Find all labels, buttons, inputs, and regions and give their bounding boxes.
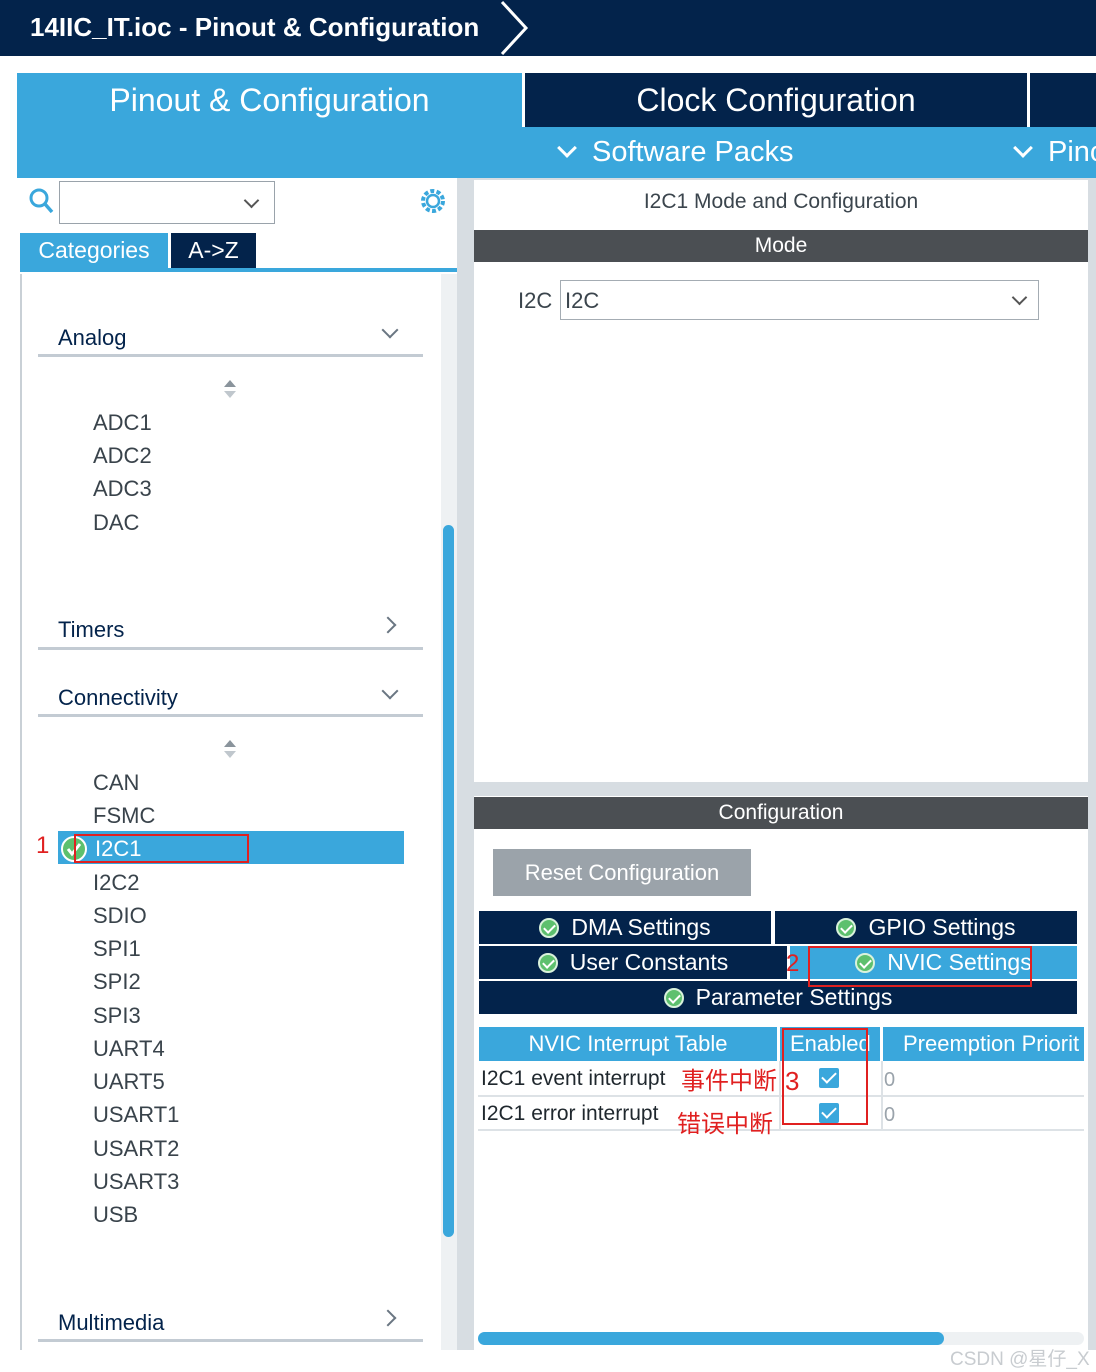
list-border — [20, 274, 22, 1350]
tab-label: GPIO Settings — [868, 914, 1016, 940]
list-item[interactable]: USART1 — [93, 1102, 179, 1128]
interrupt-name: I2C1 event interrupt — [481, 1067, 666, 1090]
tab-categories[interactable]: Categories — [20, 233, 168, 268]
gear-icon[interactable] — [417, 185, 449, 217]
check-circle-icon — [836, 918, 857, 938]
search-input[interactable] — [59, 181, 275, 224]
section-connectivity[interactable]: Connectivity — [58, 685, 178, 711]
section-multimedia[interactable]: Multimedia — [58, 1310, 164, 1336]
section-timers[interactable]: Timers — [58, 617, 124, 643]
check-circle-icon — [539, 918, 560, 938]
chevron-down-icon — [557, 138, 577, 158]
list-item[interactable]: SPI3 — [93, 1003, 141, 1029]
annotation-box-1 — [74, 834, 249, 863]
annotation-event-note: 事件中断 — [681, 1068, 777, 1095]
annotation-step-2: 2 — [786, 950, 800, 977]
interrupt-name: I2C1 error interrupt — [481, 1102, 659, 1125]
panel-border — [1088, 178, 1096, 1350]
annotation-box-2 — [808, 946, 1032, 987]
software-packs-label: Software Packs — [592, 136, 794, 168]
list-item[interactable]: CAN — [93, 770, 139, 796]
scrollbar-thumb[interactable] — [478, 1332, 944, 1345]
section-divider — [38, 354, 423, 357]
row-divider — [478, 1129, 1084, 1131]
mode-header: Mode — [474, 230, 1088, 262]
column-divider — [779, 1061, 781, 1131]
list-item[interactable]: SPI2 — [93, 969, 141, 995]
list-item[interactable]: USART3 — [93, 1169, 179, 1195]
panel-border — [474, 178, 1096, 180]
i2c-mode-value: I2C — [565, 288, 600, 313]
tab-label: Parameter Settings — [695, 984, 893, 1010]
list-item[interactable]: ADC3 — [93, 476, 152, 502]
annotation-error-note: 错误中断 — [677, 1111, 773, 1138]
tab-more[interactable] — [1030, 73, 1096, 127]
splitter[interactable] — [474, 782, 1088, 796]
list-item[interactable]: DAC — [93, 510, 139, 536]
pinout-menu[interactable]: Pinc — [1013, 127, 1096, 178]
tab-dma-settings[interactable]: DMA Settings — [479, 911, 771, 944]
list-item[interactable]: UART4 — [93, 1036, 165, 1062]
sort-icon[interactable] — [222, 378, 238, 400]
sub-toolbar — [17, 127, 1096, 178]
list-item[interactable]: ADC1 — [93, 410, 152, 436]
list-item[interactable]: SPI1 — [93, 936, 141, 962]
list-item[interactable]: FSMC — [93, 803, 155, 829]
section-divider — [38, 647, 423, 650]
watermark: CSDN @星仔_X — [950, 1349, 1090, 1370]
pinout-menu-label: Pinc — [1048, 136, 1096, 168]
i2c-label: I2C — [518, 288, 553, 313]
panel-title: I2C1 Mode and Configuration — [643, 190, 919, 213]
check-circle-icon — [537, 953, 558, 973]
breadcrumb-chevron-icon — [500, 0, 529, 56]
search-icon[interactable] — [28, 187, 54, 215]
annotation-step-3: 3 — [785, 1066, 800, 1096]
tab-user-constants[interactable]: User Constants — [479, 946, 787, 979]
list-item[interactable]: USB — [93, 1202, 138, 1228]
list-item[interactable]: SDIO — [93, 903, 147, 929]
check-circle-icon — [663, 988, 684, 1008]
window-title: 14IIC_IT.ioc - Pinout & Configuration — [30, 12, 480, 42]
sort-icon[interactable] — [222, 738, 238, 760]
row-divider — [478, 1095, 1084, 1097]
tab-gpio-settings[interactable]: GPIO Settings — [775, 911, 1077, 944]
tab-pinout-configuration[interactable]: Pinout & Configuration — [17, 73, 522, 127]
software-packs-menu[interactable]: Software Packs — [557, 127, 794, 178]
tab-label: DMA Settings — [571, 914, 711, 940]
tab-underline — [20, 268, 457, 272]
chevron-down-icon — [1013, 138, 1033, 158]
annotation-step-1: 1 — [36, 832, 50, 859]
mode-config-panel — [474, 178, 1096, 1350]
list-item[interactable]: ADC2 — [93, 443, 152, 469]
tab-a-to-z[interactable]: A->Z — [171, 233, 256, 268]
column-header[interactable]: NVIC Interrupt Table — [479, 1027, 777, 1061]
column-header[interactable]: Preemption Priorit — [883, 1027, 1084, 1061]
scrollbar-thumb[interactable] — [443, 525, 454, 1237]
tab-clock-configuration[interactable]: Clock Configuration — [525, 73, 1027, 127]
tab-label: User Constants — [569, 949, 729, 975]
list-item[interactable]: I2C2 — [93, 870, 139, 896]
panel-divider[interactable] — [457, 178, 474, 1350]
list-item[interactable]: UART5 — [93, 1069, 165, 1095]
list-item[interactable]: USART2 — [93, 1136, 179, 1162]
section-divider — [38, 1339, 423, 1342]
priority-value[interactable]: 0 — [884, 1069, 895, 1092]
configuration-header: Configuration — [474, 797, 1088, 829]
reset-configuration-button[interactable]: Reset Configuration — [493, 849, 751, 896]
i2c-mode-select[interactable] — [560, 280, 1039, 320]
bottom-strip — [0, 1350, 1096, 1372]
priority-value[interactable]: 0 — [884, 1104, 895, 1127]
section-analog[interactable]: Analog — [58, 325, 127, 351]
section-divider — [38, 714, 423, 717]
column-divider — [881, 1061, 883, 1131]
